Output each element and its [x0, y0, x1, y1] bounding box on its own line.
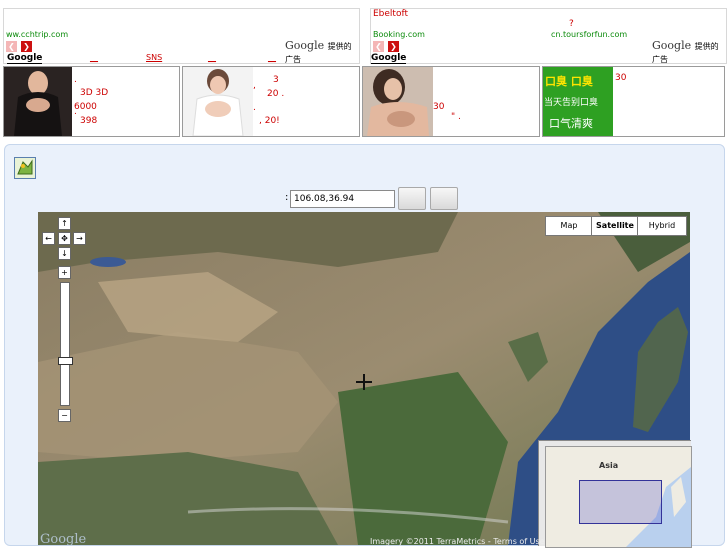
map-type-map[interactable]: Map — [545, 216, 593, 236]
ad-brand: Google 提供的广告 — [652, 39, 719, 64]
zoom-track[interactable] — [58, 282, 73, 406]
reset-button[interactable] — [430, 187, 458, 210]
ad-banner-text: 当天告别口臭 — [544, 98, 599, 108]
ad-banner-text: 口臭 口臭 — [545, 75, 593, 88]
ad-cell-left-1[interactable]: . 3D 3D 6000 . 398 — [3, 66, 180, 137]
pan-right-icon[interactable]: → — [73, 232, 86, 245]
ad-text: , — [253, 81, 256, 91]
ad-tab-sns[interactable]: SNS — [146, 53, 162, 62]
ad-block-left: ww.cchtrip.com ❮ ❯ Google 提供的广告 — [3, 8, 360, 64]
ad-prev-icon[interactable]: ❮ — [6, 41, 17, 52]
zoom-out-button[interactable]: − — [58, 409, 71, 422]
ad-tab-blank-2[interactable]: __ — [208, 53, 216, 62]
coord-colon: : — [285, 192, 289, 203]
zoom-slider-handle[interactable] — [58, 357, 73, 365]
ad-cell-right-2[interactable]: 口臭 口臭 当天告别口臭 口气清爽 30 — [542, 66, 725, 137]
map-type-satellite[interactable]: Satellite — [591, 216, 639, 236]
overview-viewport[interactable] — [579, 480, 662, 524]
pan-down-icon[interactable]: ↓ — [58, 247, 71, 260]
ad-tab-blank-1[interactable]: __ — [90, 53, 98, 62]
ad-text: 3D 3D — [80, 88, 109, 98]
ad-text: . — [253, 103, 256, 113]
go-button[interactable] — [398, 187, 426, 210]
crosshair-icon — [356, 374, 372, 390]
google-logo: Google — [40, 532, 87, 545]
overview-canvas: Asia — [545, 446, 692, 548]
ad-url[interactable]: cn.toursforfun.com — [551, 30, 627, 39]
pan-center-icon[interactable]: ✥ — [58, 232, 71, 245]
ad-cell-right-1[interactable]: 30 " . — [362, 66, 540, 137]
overview-label: Asia — [599, 461, 619, 470]
map-icon — [17, 159, 33, 175]
pan-up-icon[interactable]: ↑ — [58, 217, 71, 230]
pan-left-icon[interactable]: ← — [42, 232, 55, 245]
map-type-hybrid[interactable]: Hybrid — [637, 216, 687, 236]
ad-cell-left-2[interactable]: 3 , 20 . . , 20! — [182, 66, 360, 137]
ad-green-banner: 口臭 口臭 当天告别口臭 口气清爽 — [543, 67, 613, 136]
ad-text: . — [74, 107, 77, 117]
ad-photo — [4, 67, 72, 136]
ad-url[interactable]: Booking.com — [373, 30, 425, 39]
ad-block-right: Ebeltoft ? Booking.com cn.toursforfun.co… — [370, 8, 727, 64]
ad-brand: Google 提供的广告 — [285, 39, 352, 64]
ad-prev-icon[interactable]: ❮ — [373, 41, 384, 52]
ad-photo — [363, 67, 433, 136]
ad-next-icon[interactable]: ❯ — [388, 41, 399, 52]
ad-text: 30 — [615, 73, 627, 83]
ad-next-icon[interactable]: ❯ — [21, 41, 32, 52]
ad-banner-text: 口气清爽 — [549, 117, 593, 130]
ad-qmark: ? — [569, 19, 574, 29]
coordinate-input[interactable] — [290, 190, 395, 208]
ad-text: 30 — [433, 102, 445, 112]
ad-tab-google[interactable]: Google — [371, 53, 407, 64]
ad-text: 20 . — [267, 89, 285, 99]
ad-title[interactable]: Ebeltoft — [373, 9, 408, 19]
ad-text: , 20! — [259, 116, 280, 126]
ad-text: 6000 — [74, 102, 97, 112]
ad-text: 3 — [273, 75, 279, 85]
overview-map[interactable]: Asia — [538, 440, 692, 548]
zoom-in-button[interactable]: + — [58, 266, 71, 279]
ad-tab-google[interactable]: Google — [7, 53, 43, 64]
map-app-icon[interactable] — [14, 157, 36, 179]
ad-tab-blank-3[interactable]: __ — [268, 53, 276, 62]
ad-text: 398 — [80, 116, 98, 126]
ad-url[interactable]: ww.cchtrip.com — [6, 30, 68, 39]
ad-photo — [183, 67, 253, 136]
ad-text: . — [74, 75, 77, 85]
ad-text: " . — [451, 112, 461, 122]
